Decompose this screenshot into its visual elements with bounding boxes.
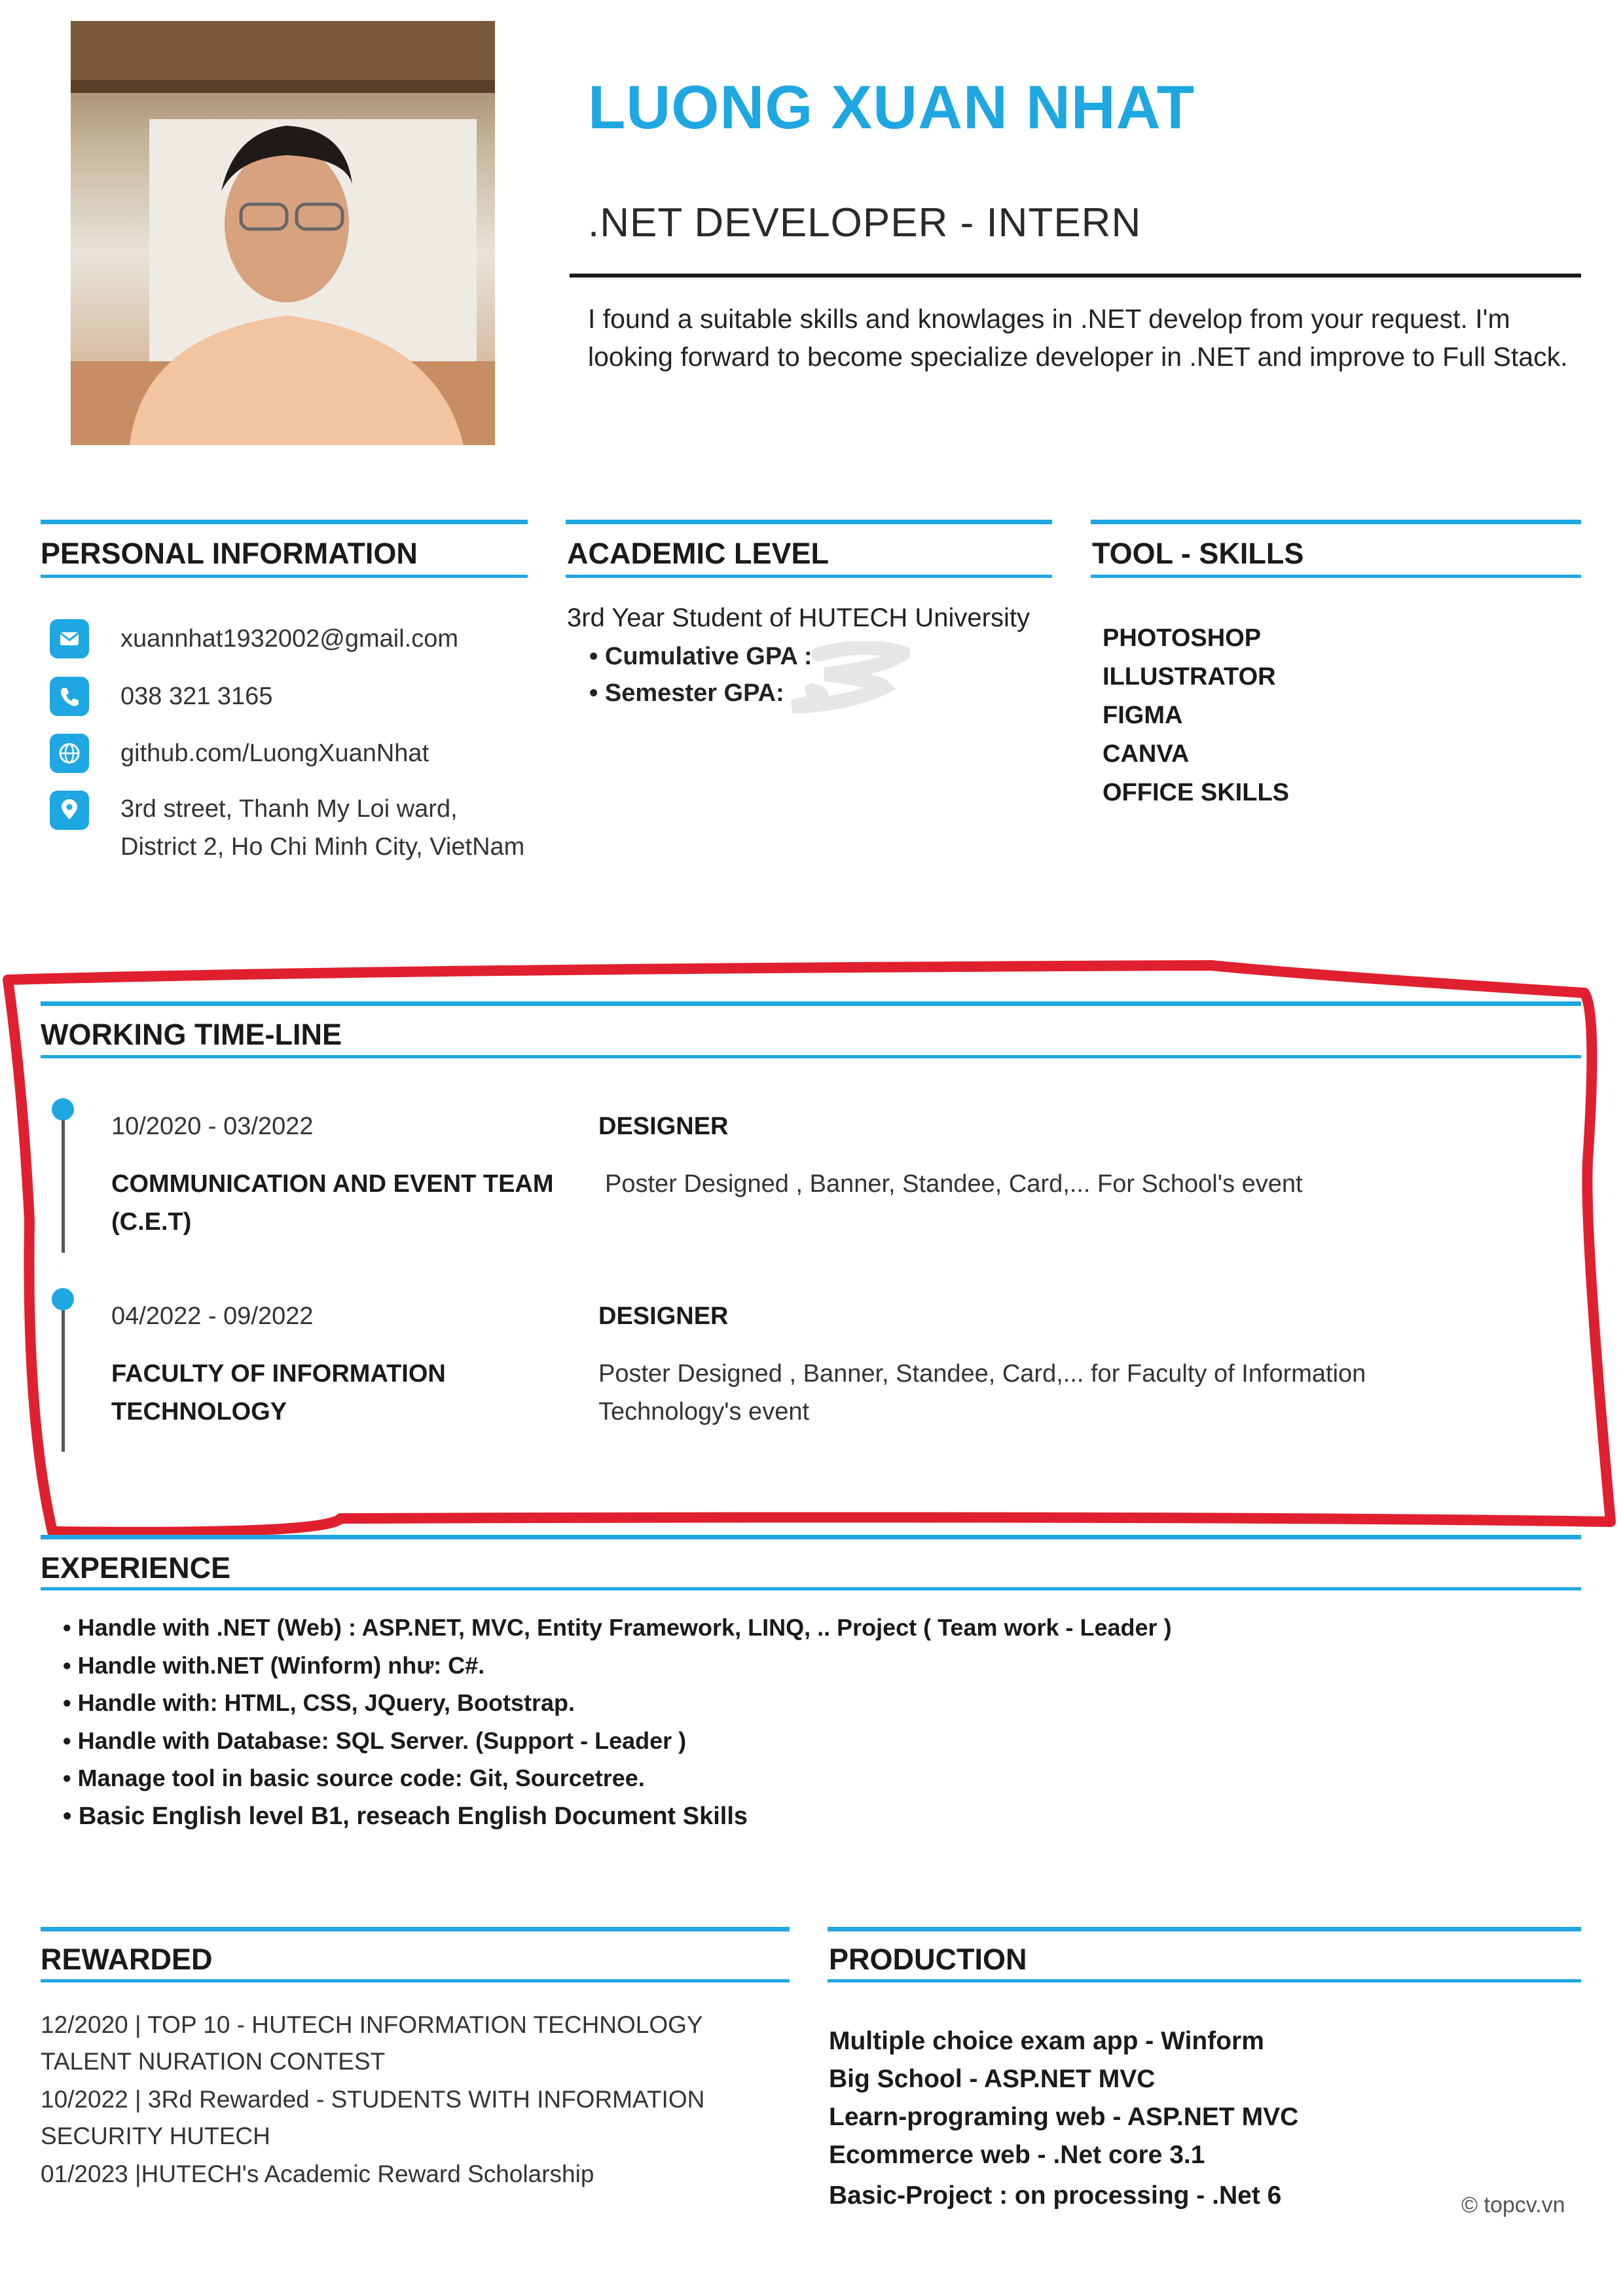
section-rule-bottom — [828, 1979, 1581, 1982]
timeline-dot — [52, 1098, 74, 1121]
reward-item: 12/2020 | TOP 10 - HUTECH INFORMATION TE… — [41, 2011, 702, 2075]
section-title-rewarded: REWARDED — [41, 1943, 213, 1976]
production-item: Basic-Project : on processing - .Net 6 — [829, 2181, 1282, 2210]
timeline-start: 10/2020 — [111, 1113, 202, 1140]
section-rule-top — [566, 520, 1052, 524]
section-rule-top — [41, 1927, 790, 1931]
section-rule-bottom — [41, 1055, 1581, 1058]
timeline-organization: FACULTY OF INFORMATION TECHNOLOGY — [111, 1360, 446, 1426]
experience-item: • Basic English level B1, reseach Englis… — [63, 1803, 748, 1830]
career-summary: I found a suitable skills and knowlages … — [588, 304, 1568, 372]
experience-item-text: Basic English level B1, reseach English … — [78, 1803, 748, 1830]
skill-item: PHOTOSHOP — [1103, 624, 1262, 652]
phone-text: 038 321 3165 — [120, 683, 273, 710]
timeline-role: DESIGNER — [598, 1113, 729, 1140]
job-title: .NET DEVELOPER - INTERN — [588, 200, 1142, 245]
location-pin-icon — [50, 791, 89, 830]
timeline-role: DESIGNER — [598, 1302, 729, 1330]
experience-item: • Handle with: HTML, CSS, JQuery, Bootst… — [63, 1689, 575, 1716]
section-rule-top — [828, 1927, 1581, 1931]
skill-item: CANVA — [1103, 740, 1190, 768]
reward-item: 01/2023 |HUTECH's Academic Reward Schola… — [41, 2161, 594, 2187]
profile-photo — [71, 21, 495, 445]
production-item: Multiple choice exam app - Winform — [829, 2027, 1264, 2055]
globe-icon — [50, 734, 89, 773]
gpa-semester-label: Semester GPA: — [604, 679, 784, 707]
timeline-connector — [62, 1110, 65, 1253]
production-item: Big School - ASP.NET MVC — [829, 2065, 1156, 2093]
experience-item: • Handle with Database: SQL Server. (Sup… — [63, 1727, 687, 1754]
candidate-name: LUONG XUAN NHAT — [588, 73, 1195, 141]
section-title-academic: ACADEMIC LEVEL — [567, 537, 830, 570]
experience-item-text: Manage tool in basic source code: Git, S… — [77, 1765, 645, 1791]
header-divider — [570, 274, 1581, 278]
section-rule-top — [1091, 520, 1581, 524]
experience-item-text: Handle with.NET (Winform) như: C#. — [77, 1652, 485, 1679]
section-title-production: PRODUCTION — [829, 1943, 1027, 1976]
skill-item: ILLUSTRATOR — [1103, 663, 1276, 691]
section-rule-bottom — [41, 1587, 1581, 1590]
section-rule-top — [41, 1001, 1581, 1006]
section-title-tools: TOOL - SKILLS — [1092, 537, 1304, 570]
section-rule-bottom — [41, 575, 528, 578]
production-item: Ecommerce web - .Net core 3.1 — [829, 2141, 1205, 2169]
academic-status: 3rd Year Student of HUTECH University — [567, 603, 1030, 632]
production-item: Learn-programing web - ASP.NET MVC — [829, 2103, 1299, 2131]
timeline-connector — [62, 1300, 65, 1452]
timeline-description: Poster Designed , Banner, Standee, Card,… — [605, 1170, 1303, 1198]
reward-item: 10/2022 | 3Rd Rewarded - STUDENTS WITH I… — [41, 2086, 705, 2149]
phone-icon — [50, 677, 89, 716]
section-title-experience: EXPERIENCE — [41, 1551, 231, 1585]
gpa-cumulative-label: Cumulative GPA : — [604, 643, 812, 670]
github-text: github.com/LuongXuanNhat — [120, 740, 429, 767]
timeline-date: 10/2020 - 03/2022 — [111, 1113, 314, 1140]
timeline-end: 09/2022 — [223, 1302, 314, 1330]
timeline-start: 04/2022 — [111, 1302, 202, 1330]
address-text: 3rd street, Thanh My Loi ward, District … — [120, 795, 525, 861]
section-title-personal: PERSONAL INFORMATION — [41, 537, 418, 570]
experience-item: • Handle with .NET (Web) : ASP.NET, MVC,… — [63, 1614, 1172, 1641]
copyright-text: © topcv.vn — [1461, 2193, 1565, 2217]
experience-item: • Manage tool in basic source code: Git,… — [63, 1765, 645, 1791]
gpa-cumulative: • Cumulative GPA : — [589, 643, 812, 670]
section-rule-bottom — [1091, 575, 1581, 578]
timeline-organization: COMMUNICATION AND EVENT TEAM (C.E.T) — [111, 1170, 554, 1236]
section-rule-top — [41, 1535, 1581, 1539]
experience-item-text: Handle with: HTML, CSS, JQuery, Bootstra… — [77, 1689, 575, 1716]
timeline-dot — [52, 1288, 74, 1310]
section-title-timeline: WORKING TIME-LINE — [41, 1018, 342, 1051]
timeline-date: 04/2022 - 09/2022 — [111, 1302, 314, 1330]
section-rule-bottom — [41, 1979, 790, 1982]
timeline-description: Poster Designed , Banner, Standee, Card,… — [598, 1360, 1366, 1426]
email-text: xuannhat1932002@gmail.com — [120, 625, 459, 653]
experience-item-text: Handle with Database: SQL Server. (Suppo… — [77, 1727, 687, 1754]
experience-item: • Handle with.NET (Winform) như: C#. — [63, 1652, 485, 1679]
gpa-semester: • Semester GPA: — [589, 679, 784, 707]
skill-item: OFFICE SKILLS — [1103, 779, 1289, 806]
redaction-scribble — [786, 640, 920, 714]
section-rule-top — [41, 520, 528, 524]
section-rule-bottom — [566, 575, 1052, 578]
timeline-end: 03/2022 — [223, 1113, 314, 1140]
experience-item-text: Handle with .NET (Web) : ASP.NET, MVC, E… — [77, 1614, 1172, 1641]
skill-item: FIGMA — [1103, 702, 1183, 729]
envelope-icon — [50, 619, 89, 658]
